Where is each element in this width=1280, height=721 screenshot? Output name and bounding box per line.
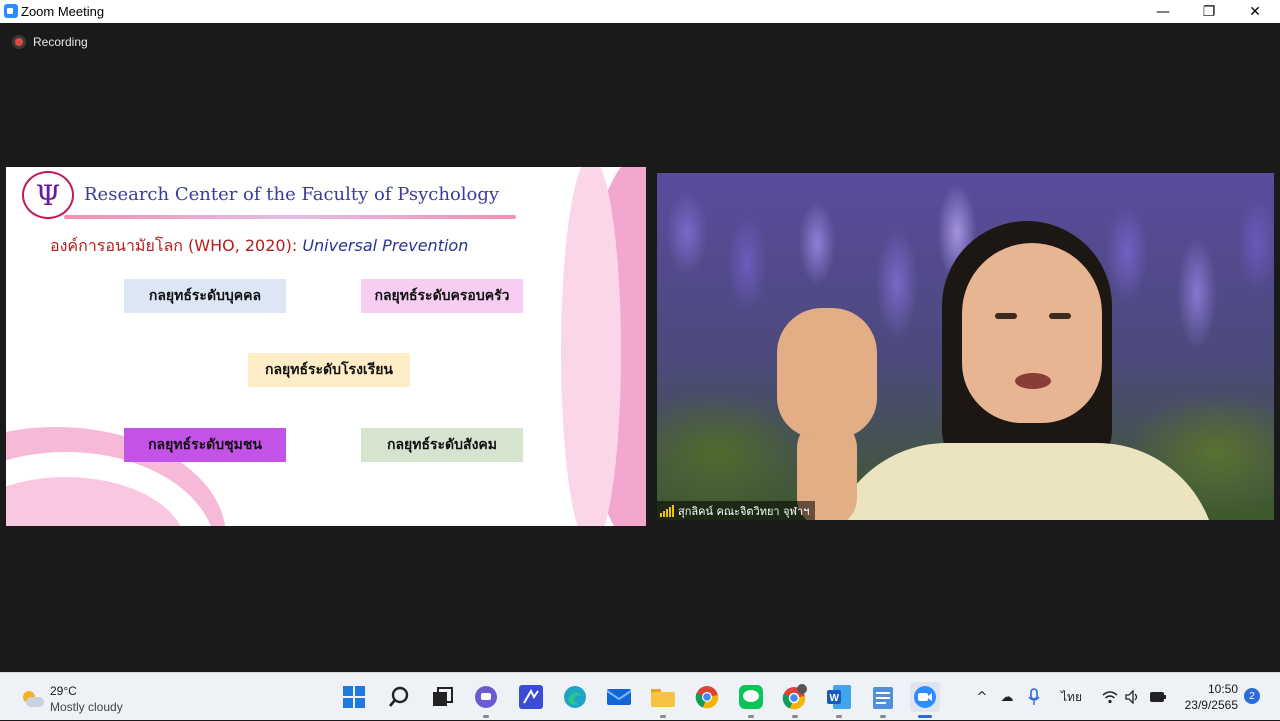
task-view-button[interactable] (427, 682, 457, 712)
teams-chat-button[interactable] (471, 682, 501, 718)
clock-time: 10:50 (1207, 682, 1238, 696)
task-view-icon (433, 687, 453, 706)
battery-button[interactable] (1148, 673, 1168, 721)
meeting-canvas: Recording Ψ Research Center of the Facul… (0, 23, 1280, 672)
chrome-profile-button[interactable] (780, 682, 810, 718)
participant-eye (995, 313, 1017, 319)
onedrive-button[interactable]: ☁ (998, 673, 1016, 721)
zoom-icon (914, 686, 936, 708)
psychology-logo: Ψ (22, 171, 74, 219)
maximize-button[interactable]: ❐ (1186, 0, 1232, 23)
whiteboard-button[interactable] (516, 682, 546, 712)
strategy-individual: กลยุทธ์ระดับบุคคล (124, 279, 286, 313)
subtitle-english: Universal Prevention (302, 236, 469, 255)
wifi-icon (1102, 691, 1118, 704)
battery-icon (1150, 692, 1166, 702)
show-hidden-icons-button[interactable]: ^ (974, 673, 990, 721)
close-button[interactable]: ✕ (1232, 0, 1278, 23)
participant-mouth (1015, 373, 1051, 389)
header-underline (64, 215, 516, 219)
weather-widget[interactable]: 29°C Mostly cloudy (20, 683, 123, 715)
chrome-icon (695, 686, 719, 709)
file-explorer-button[interactable] (648, 682, 678, 718)
weather-condition: Mostly cloudy (50, 700, 123, 714)
zoom-app-icon (4, 4, 18, 18)
slide-subtitle: องค์การอนามัยโลก (WHO, 2020): Universal … (50, 234, 468, 259)
participant-video[interactable]: สุกลิคน์ คณะจิตวิทยา จุฬาฯ (657, 173, 1274, 520)
whiteboard-icon (519, 685, 543, 709)
zoom-taskbar-button[interactable] (910, 682, 940, 718)
mail-icon (607, 689, 631, 705)
volume-icon (1125, 690, 1138, 704)
slide-header: Research Center of the Faculty of Psycho… (84, 184, 500, 205)
notification-count-badge[interactable]: 2 (1244, 688, 1260, 704)
participant-hand (777, 308, 877, 438)
search-icon (389, 686, 409, 707)
word-icon: W (827, 685, 851, 709)
chrome-profile-icon (782, 684, 807, 710)
weather-temperature: 29°C (50, 684, 77, 698)
mail-button[interactable] (604, 682, 634, 712)
microphone-icon (1028, 688, 1040, 705)
wifi-button[interactable] (1101, 673, 1119, 721)
windows-logo-icon (343, 686, 365, 708)
recording-icon (12, 35, 26, 49)
start-button[interactable] (339, 682, 369, 712)
system-clock[interactable]: 10:50 23/9/2565 (1180, 681, 1238, 713)
chrome-button[interactable] (692, 682, 722, 712)
partly-cloudy-icon (20, 690, 44, 708)
chat-icon (475, 686, 497, 708)
taskbar-search-button[interactable] (384, 682, 414, 712)
windows-taskbar: 29°C Mostly cloudy W ^ ☁ ไทย 10:50 23/9/… (0, 672, 1280, 720)
input-language-button[interactable]: ไทย (1061, 673, 1082, 721)
notepad-icon (873, 687, 893, 709)
recording-label: Recording (33, 35, 88, 49)
line-icon (739, 685, 763, 709)
window-title: Zoom Meeting (21, 4, 105, 19)
window-title-bar: Zoom Meeting — ❐ ✕ (0, 0, 1280, 23)
clock-date: 23/9/2565 (1184, 698, 1238, 712)
strategy-family: กลยุทธ์ระดับครอบครัว (361, 279, 523, 313)
notepad-button[interactable] (868, 682, 898, 718)
participant-name: สุกลิคน์ คณะจิตวิทยา จุฬาฯ (678, 504, 810, 518)
chevron-up-icon: ^ (976, 689, 988, 705)
edge-browser-button[interactable] (560, 682, 590, 712)
strategy-society: กลยุทธ์ระดับสังคม (361, 428, 523, 462)
strategy-community: กลยุทธ์ระดับชุมชน (124, 428, 286, 462)
connection-signal-icon (660, 504, 674, 517)
strategy-school: กลยุทธ์ระดับโรงเรียน (248, 353, 410, 387)
recording-indicator[interactable]: Recording (12, 35, 88, 49)
minimize-button[interactable]: — (1140, 0, 1186, 23)
svg-text:W: W (830, 693, 840, 704)
participant-face (962, 243, 1102, 423)
line-app-button[interactable] (736, 682, 766, 718)
microphone-status-button[interactable] (1025, 673, 1043, 721)
volume-button[interactable] (1124, 673, 1142, 721)
edge-icon (564, 686, 586, 708)
subtitle-thai: องค์การอนามัยโลก (WHO, 2020): (50, 236, 303, 255)
slide-decoration (561, 167, 621, 526)
participant-name-label: สุกลิคน์ คณะจิตวิทยา จุฬาฯ (657, 501, 816, 520)
word-button[interactable]: W (824, 682, 854, 718)
participant-eye (1049, 313, 1071, 319)
folder-icon (651, 689, 675, 707)
cloud-icon: ☁ (1000, 689, 1014, 705)
shared-screen-slide: Ψ Research Center of the Faculty of Psyc… (6, 167, 646, 526)
